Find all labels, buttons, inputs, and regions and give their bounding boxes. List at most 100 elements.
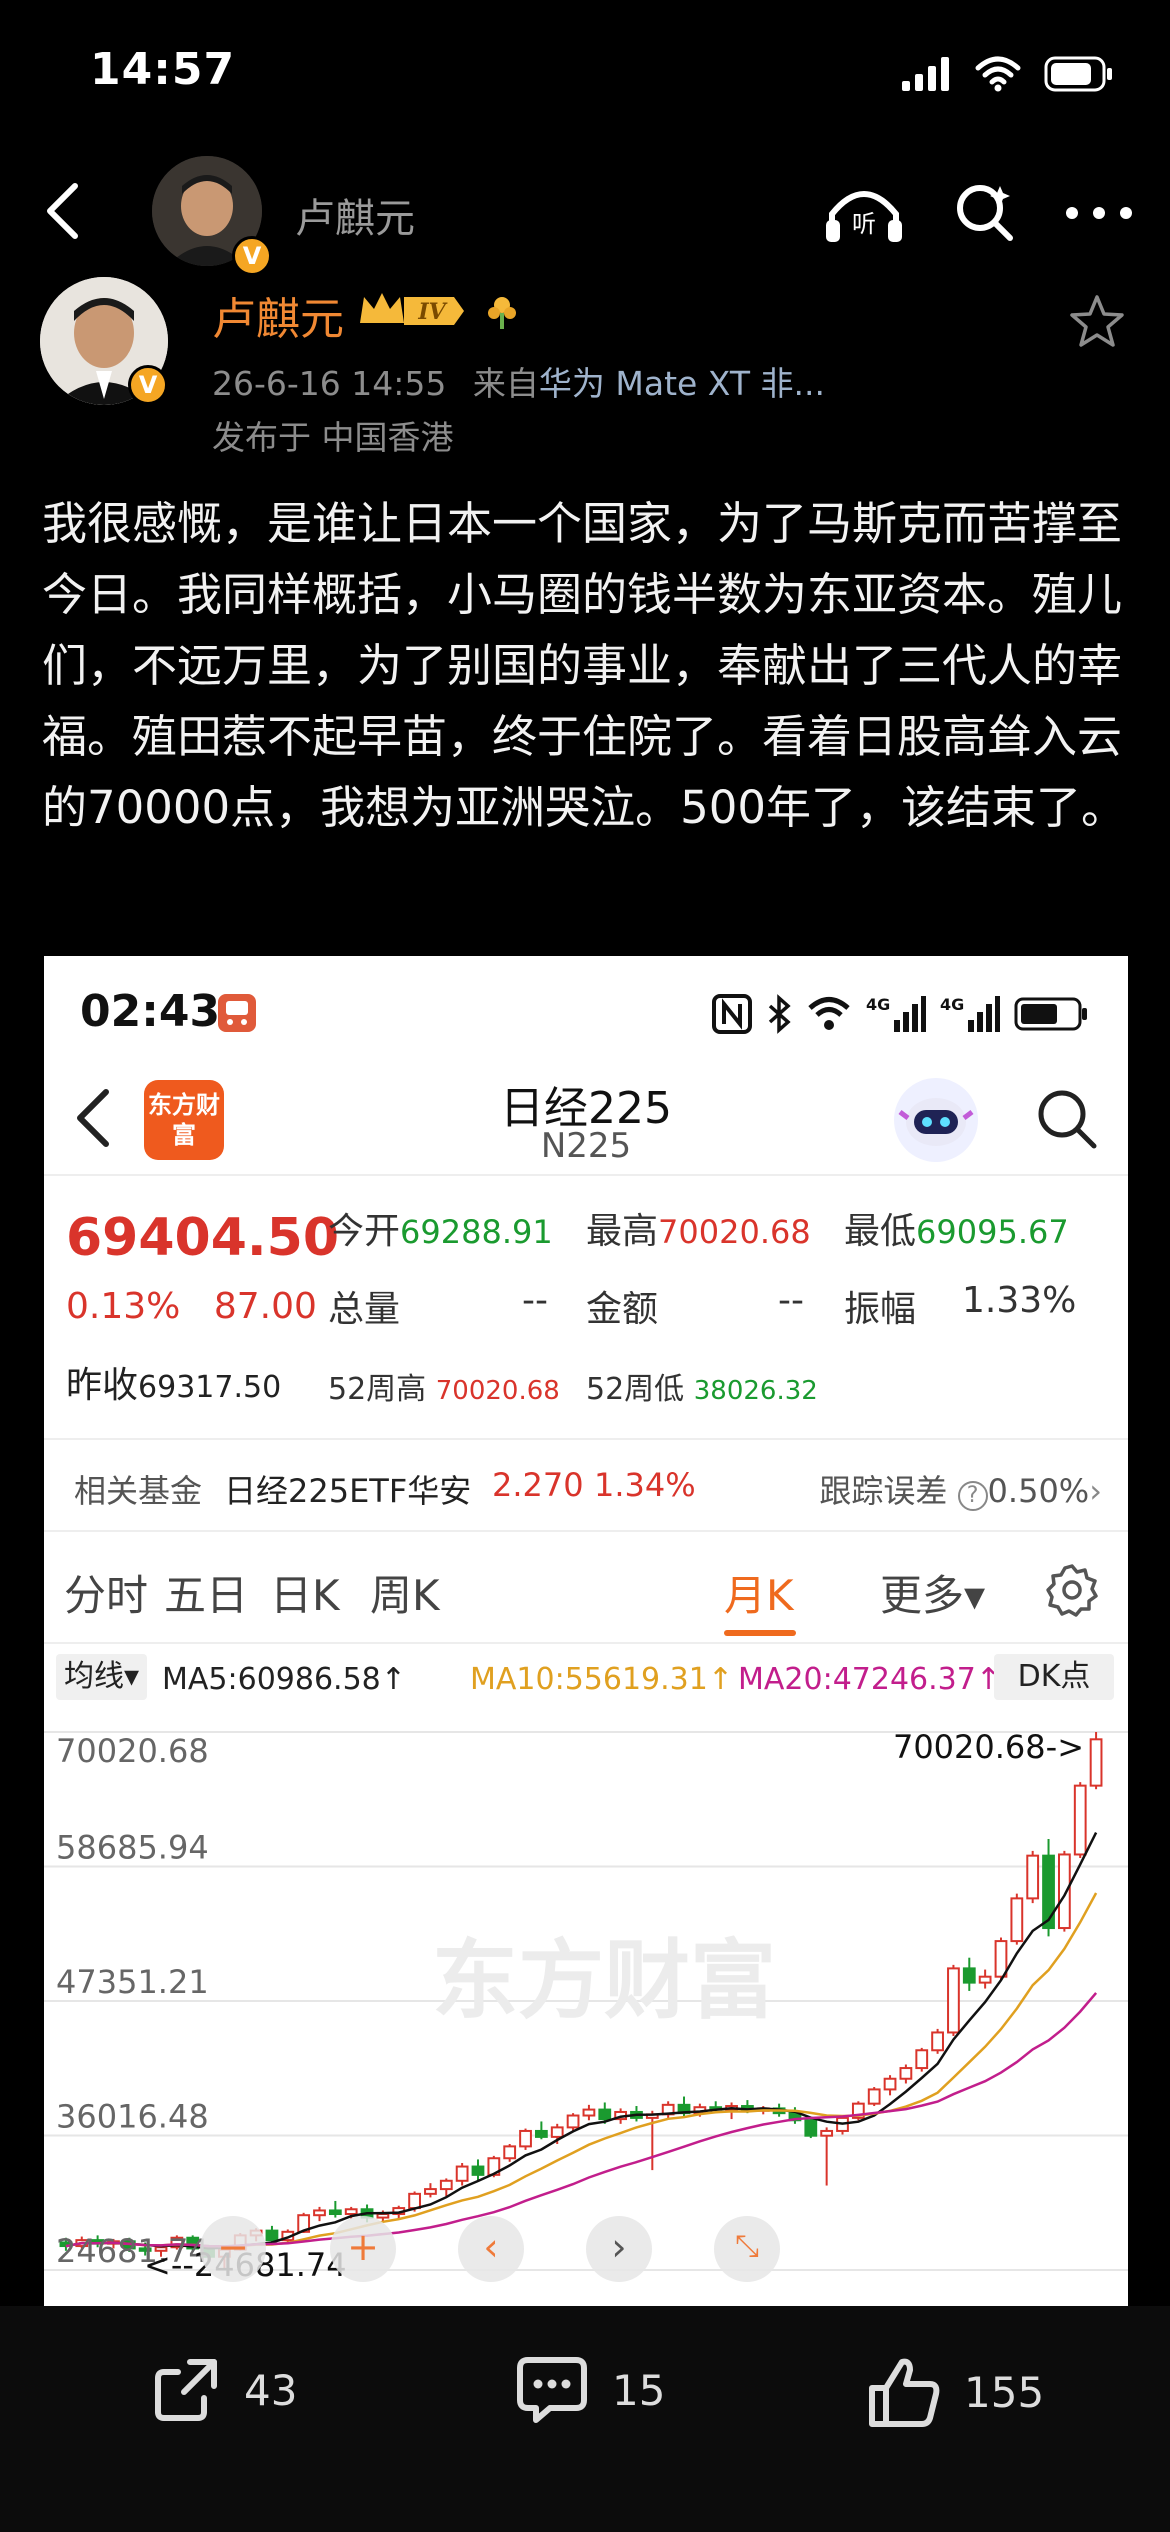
verified-badge-icon: V xyxy=(232,236,272,276)
candle-body xyxy=(344,2208,358,2216)
high-cell: 最高70020.68 xyxy=(586,1202,811,1254)
tab-daily-k[interactable]: 日K xyxy=(270,1562,340,1623)
svg-text:4G: 4G xyxy=(940,995,964,1014)
candle-body xyxy=(519,2129,532,2148)
settings-gear-icon[interactable] xyxy=(1044,1562,1100,1618)
candle-body xyxy=(820,2129,834,2137)
monthly-k-chart[interactable]: 东方财富 70020.6858685.9447351.2136016.48246… xyxy=(44,1710,1128,2306)
train-icon xyxy=(218,994,256,1032)
embedded-screenshot[interactable]: 02:43 4G 4G 东方财富 日经225 N225 69404.50 0.1… xyxy=(44,956,1128,2306)
comment-icon xyxy=(517,2357,587,2423)
volume-label: 总量 xyxy=(328,1289,401,1330)
candle-body xyxy=(1057,1853,1071,1930)
embed-status-time: 02:43 xyxy=(80,986,221,1037)
embed-search-icon[interactable] xyxy=(1034,1086,1100,1152)
help-icon[interactable]: ? xyxy=(957,1481,988,1511)
embed-status-icons: 4G 4G xyxy=(712,994,1088,1034)
post-device[interactable]: 华为 Mate XT 非... xyxy=(539,364,825,403)
tab-intraday[interactable]: 分时 xyxy=(64,1562,148,1623)
open-cell: 今开69288.91 xyxy=(328,1202,553,1254)
y-tick-label: 58685.94 xyxy=(56,1829,209,1867)
nav-bar: V 卢麒元 听 xyxy=(0,150,1170,276)
chart-minus-button[interactable]: − xyxy=(200,2216,266,2282)
candle-body xyxy=(867,2088,881,2105)
embed-battery-icon xyxy=(1014,997,1087,1031)
comment-button[interactable]: 15 xyxy=(514,2354,665,2426)
dk-point-button[interactable]: DK点 xyxy=(994,1654,1114,1700)
embed-status-bar: 02:43 4G 4G xyxy=(44,956,1128,1056)
favorite-star-icon[interactable] xyxy=(1068,293,1126,351)
embed-wifi-icon xyxy=(808,997,850,1030)
svg-text:IV: IV xyxy=(417,299,447,325)
ma-selector[interactable]: 均线▾ xyxy=(56,1654,148,1700)
tab-five-day[interactable]: 五日 xyxy=(164,1562,248,1623)
fund-name[interactable]: 日经225ETF华安 xyxy=(224,1466,471,1512)
post-meta: 26-6-16 14:55 来自华为 Mate XT 非... xyxy=(212,357,825,405)
candle-body xyxy=(471,2165,485,2176)
share-count: 43 xyxy=(244,2365,298,2415)
week52-low-value: 38026.32 xyxy=(693,1376,818,1406)
candle-body xyxy=(455,2165,469,2182)
author-name[interactable]: 卢麒元 xyxy=(212,283,344,347)
candle-body xyxy=(313,2209,326,2217)
week52-low: 52周低 38026.32 xyxy=(586,1364,818,1408)
bluetooth-icon xyxy=(768,994,791,1034)
chart-left-button[interactable]: ‹ xyxy=(458,2216,524,2282)
amplitude-value: 1.33% xyxy=(962,1280,1077,1321)
share-icon xyxy=(155,2359,217,2421)
change-percent: 0.13% xyxy=(66,1286,181,1327)
tracking-label: 跟踪误差 xyxy=(819,1472,948,1510)
listen-icon[interactable]: 听 xyxy=(822,180,906,246)
candle-body xyxy=(1073,1784,1087,1856)
low-value: 69095.67 xyxy=(916,1213,1069,1251)
related-fund-row[interactable]: 相关基金 日经225ETF华安 2.270 1.34% 跟踪误差 ? 0.50%› xyxy=(44,1440,1128,1532)
fund-price: 2.270 xyxy=(492,1466,584,1504)
author-row: V 卢麒元 IV 26-6-16 14:55 来自华为 Mate XT 非...… xyxy=(0,275,1170,465)
status-time: 14:57 xyxy=(90,44,236,95)
amount-label: 金额 xyxy=(586,1289,659,1330)
tab-monthly-k[interactable]: 月K xyxy=(724,1562,794,1623)
tab-weekly-k[interactable]: 周K xyxy=(370,1562,440,1623)
period-tabs: 分时 五日 日K 周K 月K 更多▾ xyxy=(44,1532,1128,1644)
signal-4g-icon: 4G xyxy=(866,995,926,1032)
like-count: 155 xyxy=(964,2367,1045,2417)
week52-high-label: 52周高 xyxy=(328,1372,427,1407)
crown-level-icon: IV xyxy=(360,293,464,325)
chart-fullscreen-button[interactable]: ⤡ xyxy=(714,2216,780,2282)
ma20-value: MA20:47246.37↑ xyxy=(738,1662,1001,1697)
nav-username: 卢麒元 xyxy=(295,196,415,242)
status-bar: 14:57 xyxy=(0,0,1170,150)
candle-body xyxy=(899,2067,913,2080)
candle-body xyxy=(962,1967,976,1984)
candle-body xyxy=(550,2126,564,2138)
candle-body xyxy=(566,2114,580,2129)
robot-assistant-icon[interactable] xyxy=(894,1078,978,1162)
candle-body xyxy=(883,2077,897,2091)
quote-panel: 69404.50 0.13% 87.00 昨收69317.50 今开69288.… xyxy=(44,1178,1128,1440)
back-button[interactable] xyxy=(30,176,100,246)
search-icon[interactable] xyxy=(952,180,1018,246)
prev-close-value: 69317.50 xyxy=(138,1370,282,1405)
share-button[interactable]: 43 xyxy=(150,2354,297,2426)
embed-header: 东方财富 日经225 N225 xyxy=(44,1056,1128,1176)
tracking-error[interactable]: 跟踪误差 ? 0.50%› xyxy=(819,1466,1102,1512)
y-tick-label: 36016.48 xyxy=(56,2098,209,2136)
low-cell: 最低69095.67 xyxy=(844,1202,1069,1254)
svg-text:4G: 4G xyxy=(866,995,890,1014)
prev-close-label: 昨收 xyxy=(66,1365,139,1406)
low-label: 最低 xyxy=(844,1211,917,1252)
chart-right-button[interactable]: › xyxy=(586,2216,652,2282)
more-icon[interactable] xyxy=(1064,203,1134,223)
like-button[interactable]: 155 xyxy=(866,2354,1044,2430)
battery-icon xyxy=(1044,56,1112,92)
chart-plus-button[interactable]: + xyxy=(330,2216,396,2282)
comment-count: 15 xyxy=(612,2365,666,2415)
prev-close: 昨收69317.50 xyxy=(66,1356,281,1408)
tab-more[interactable]: 更多▾ xyxy=(880,1562,985,1623)
ma10-value: MA10:55619.31↑ xyxy=(470,1662,733,1697)
week52-low-label: 52周低 xyxy=(586,1372,685,1407)
candle-body xyxy=(1010,1897,1024,1943)
candle-body xyxy=(598,2108,612,2121)
status-icons xyxy=(902,56,1114,92)
current-price: 69404.50 xyxy=(66,1208,340,1268)
